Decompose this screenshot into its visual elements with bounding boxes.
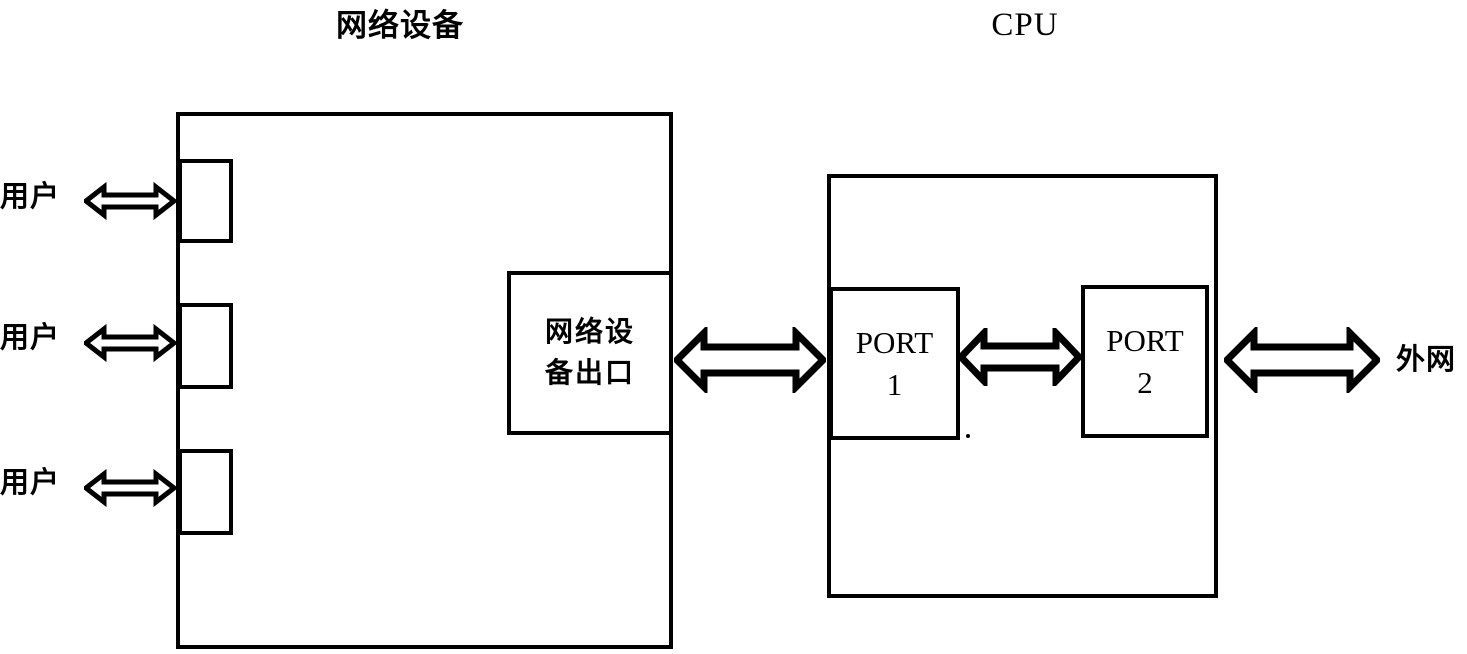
exit-box-label-line2: 备出口: [544, 356, 635, 389]
network-device-title: 网络设备: [336, 8, 464, 44]
arrow-user-3-to-device: [84, 469, 176, 507]
arrow-device-exit-to-cpu: [674, 327, 826, 393]
user-port-1[interactable]: [178, 159, 233, 243]
scan-speck: [966, 434, 970, 438]
cpu-port-2-label-line1: PORT: [1106, 322, 1184, 358]
network-device-exit-box[interactable]: 网络设 备出口: [507, 271, 673, 435]
cpu-port-1-label-line2: 1: [886, 366, 903, 402]
cpu-port-2[interactable]: PORT 2: [1081, 285, 1209, 438]
user-label-1: 用户: [0, 179, 61, 213]
external-network-label: 外网: [1396, 342, 1457, 376]
arrow-cpu-port1-to-port2: [958, 328, 1082, 386]
user-port-3[interactable]: [178, 449, 233, 535]
diagram-canvas: 网络设备 CPU 网络设 备出口 用户 用户 用户 PORT 1 PORT 2 …: [0, 0, 1467, 654]
arrow-user-2-to-device: [84, 324, 176, 362]
user-label-2: 用户: [0, 320, 61, 354]
cpu-port-2-label-line2: 2: [1137, 364, 1153, 400]
cpu-port-1[interactable]: PORT 1: [829, 287, 960, 440]
arrow-user-1-to-device: [84, 182, 176, 220]
cpu-title: CPU: [991, 7, 1059, 43]
exit-box-label-line1: 网络设: [544, 315, 635, 349]
user-label-3: 用户: [0, 465, 61, 499]
arrow-cpu-port2-to-external: [1224, 327, 1380, 393]
user-port-2[interactable]: [178, 303, 233, 389]
cpu-port-1-label-line1: PORT: [855, 324, 934, 360]
